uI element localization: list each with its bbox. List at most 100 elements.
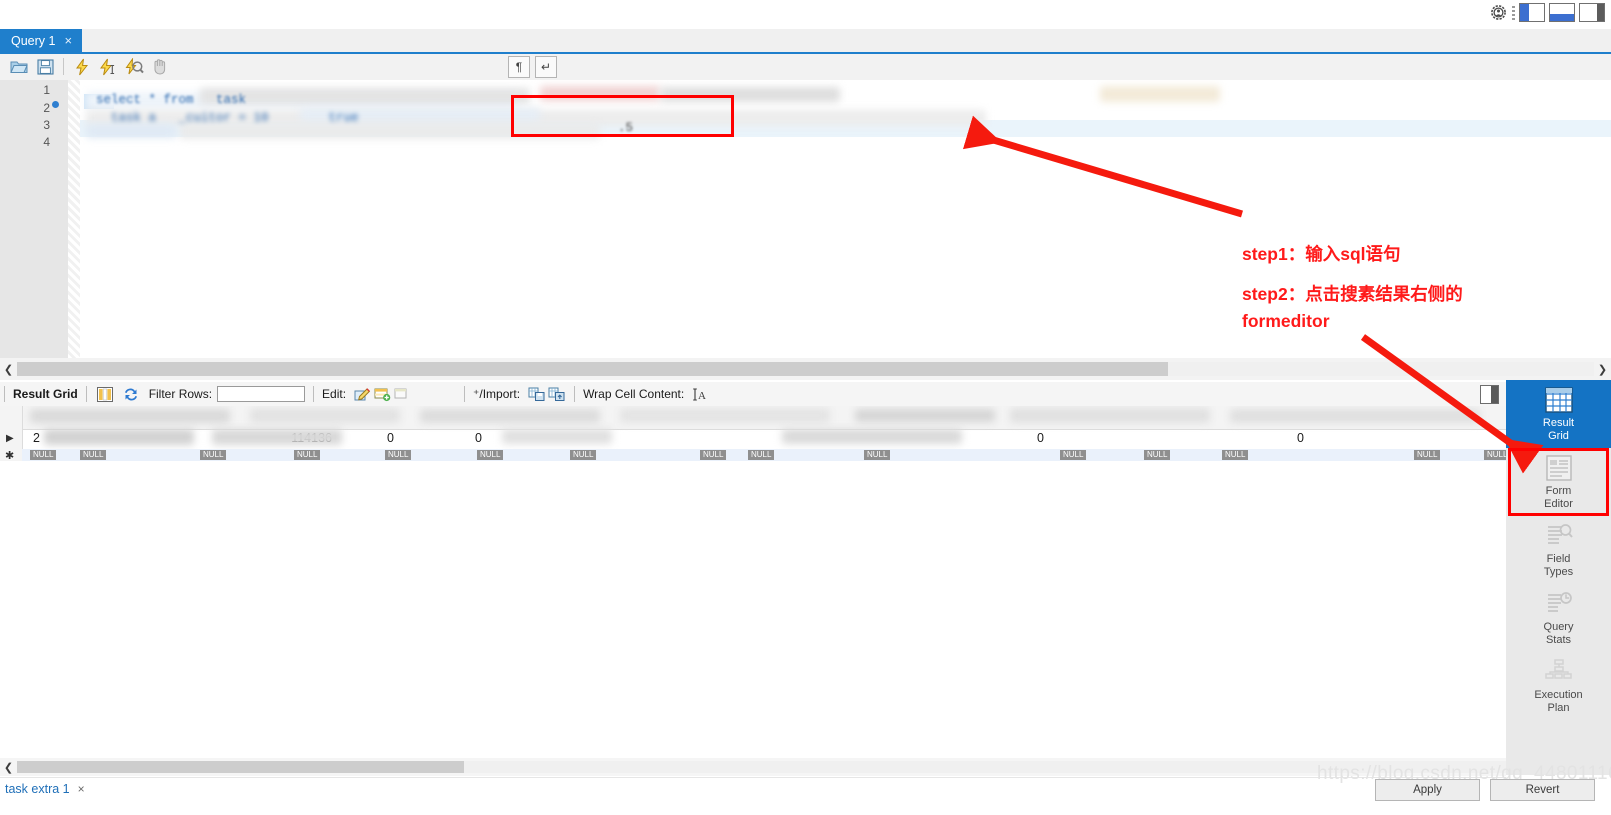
sidebar-item-query-stats[interactable]: Query Stats [1506, 584, 1611, 652]
gutter-edge [68, 80, 80, 358]
line-number: 2 [43, 101, 50, 115]
breakpoint-marker-icon[interactable] [52, 101, 59, 108]
toggle-sidebar-button[interactable] [1519, 3, 1545, 22]
code-line-3: task a _cuitor = 10 true [96, 111, 359, 125]
result-grid-icon [1544, 386, 1574, 415]
show-invisible-chars-icon[interactable]: ¶ [508, 56, 530, 78]
open-script-icon[interactable] [8, 56, 30, 77]
cell-value[interactable]: 0 [1002, 431, 1044, 445]
apply-revert-bar: Apply Revert [1375, 778, 1611, 802]
cell-value[interactable]: 0 [352, 431, 394, 445]
grid-view-icon[interactable] [95, 385, 115, 404]
null-chip: NULL [570, 450, 597, 460]
null-chip: NULL [1060, 450, 1087, 460]
scrollbar-thumb[interactable] [17, 761, 464, 773]
header-smudge [250, 408, 400, 423]
export-recordset-icon[interactable] [526, 385, 546, 404]
toggle-wrapping-icon[interactable]: ↵ [535, 56, 557, 78]
cell-value[interactable]: 2 [26, 431, 40, 445]
scrollbar-track[interactable] [17, 761, 1506, 773]
cell-smudge [44, 429, 194, 445]
scroll-right-icon[interactable]: ❯ [1594, 358, 1611, 380]
result-grid-toolbar: Result Grid Filter Rows: Edit: ⁺/Import:… [0, 382, 1611, 407]
header-smudge [420, 409, 600, 423]
null-chip: NULL [748, 450, 775, 460]
sidebar-item-field-types[interactable]: Field Types [1506, 516, 1611, 584]
scroll-left-icon[interactable]: ❮ [0, 358, 17, 380]
svg-text:A: A [698, 390, 706, 402]
results-status-bar: task extra 1 × [0, 777, 1506, 815]
null-chip: NULL [1144, 450, 1171, 460]
cell-value[interactable]: 0 [1262, 431, 1304, 445]
revert-button[interactable]: Revert [1490, 779, 1595, 801]
window-tools [1489, 3, 1605, 22]
header-smudge [855, 409, 995, 422]
highlight-box-value: .5 [618, 121, 634, 135]
sidebar-item-execution-plan[interactable]: Execution Plan [1506, 652, 1611, 720]
split-view-button[interactable] [1480, 385, 1499, 404]
mysql-workbench-window: Query 1 × ¶ ↵ 1 2 3 4 select * from task… [0, 0, 1611, 815]
scrollbar-thumb[interactable] [17, 362, 1169, 376]
table-row[interactable]: 2 114136 0 0 0 0 [22, 429, 1506, 449]
filter-rows-input[interactable] [217, 386, 306, 402]
sidebar-item-label: Result Grid [1542, 416, 1575, 442]
result-tab-label: task extra 1 [5, 782, 70, 796]
cell-smudge [782, 429, 962, 444]
execute-current-statement-icon[interactable] [97, 56, 119, 77]
toggle-secondary-sidebar-button[interactable] [1579, 3, 1605, 22]
sidebar-item-result-grid[interactable]: Result Grid [1506, 380, 1611, 448]
results-horizontal-scrollbar[interactable]: ❮ [0, 758, 1506, 776]
filter-rows-label: Filter Rows: [148, 387, 213, 401]
cell-value[interactable]: 0 [440, 431, 482, 445]
editor-horizontal-scrollbar[interactable]: ❮ ❯ [0, 358, 1611, 380]
wrap-cell-content-label: Wrap Cell Content: [583, 387, 685, 401]
line-number: 3 [43, 118, 50, 132]
code-line-2: select * from task [96, 93, 247, 107]
title-bar [0, 0, 1611, 29]
step2-highlight-box [1508, 448, 1609, 516]
delete-row-icon[interactable] [392, 385, 412, 404]
tool-separator [1512, 5, 1515, 20]
execute-icon[interactable] [71, 56, 93, 77]
grid-column-headers[interactable] [0, 406, 1506, 430]
insert-row-icon[interactable] [372, 385, 392, 404]
edit-cell-icon[interactable] [352, 385, 372, 404]
settings-gear-icon[interactable] [1489, 3, 1508, 22]
edit-label: Edit: [322, 387, 347, 401]
wrap-cell-icon[interactable]: A [690, 385, 710, 404]
save-script-icon[interactable] [34, 56, 56, 77]
null-chip: NULL [1222, 450, 1249, 460]
import-recordset-icon[interactable] [546, 385, 566, 404]
header-smudge [30, 409, 230, 423]
field-types-icon [1544, 522, 1574, 551]
stop-icon[interactable] [149, 56, 171, 77]
null-chip: NULL [864, 450, 891, 460]
table-row-new[interactable]: NULL NULL NULL NULL NULL NULL NULL NULL … [22, 449, 1506, 461]
scroll-left-icon[interactable]: ❮ [0, 756, 17, 778]
scrollbar-track[interactable] [17, 362, 1594, 376]
explain-icon[interactable] [123, 56, 145, 77]
null-chip: NULL [80, 450, 107, 460]
editor-gutter: 1 2 3 4 [0, 80, 68, 358]
results-empty-area [0, 461, 1506, 758]
result-grid[interactable]: ▶ ✱ 2 114136 0 0 0 0 NULL NULL NULL NULL… [0, 406, 1506, 461]
close-icon[interactable]: × [78, 782, 85, 796]
refresh-icon[interactable] [121, 385, 141, 404]
sidebar-item-label: Field Types [1543, 552, 1574, 578]
result-tab-task-extra-1[interactable]: task extra 1 × [5, 782, 85, 796]
tab-label: Query 1 [11, 33, 56, 48]
toggle-output-button[interactable] [1549, 3, 1575, 22]
execution-plan-icon [1544, 658, 1574, 687]
new-row-marker-icon[interactable]: ✱ [5, 449, 14, 461]
line-number: 1 [43, 83, 50, 97]
cell-smudge [212, 429, 342, 445]
apply-button[interactable]: Apply [1375, 779, 1480, 801]
cell-smudge [502, 429, 612, 444]
sidebar-item-label: Execution Plan [1534, 688, 1583, 714]
annotation-step2: step2：点击搜素结果右侧的 formeditor [1242, 284, 1463, 331]
tab-query-1[interactable]: Query 1 × [0, 29, 83, 52]
null-chip: NULL [700, 450, 727, 460]
editor-toolbar: ¶ ↵ [0, 54, 1611, 81]
close-icon[interactable]: × [64, 34, 72, 47]
current-row-marker-icon[interactable]: ▶ [6, 433, 14, 444]
